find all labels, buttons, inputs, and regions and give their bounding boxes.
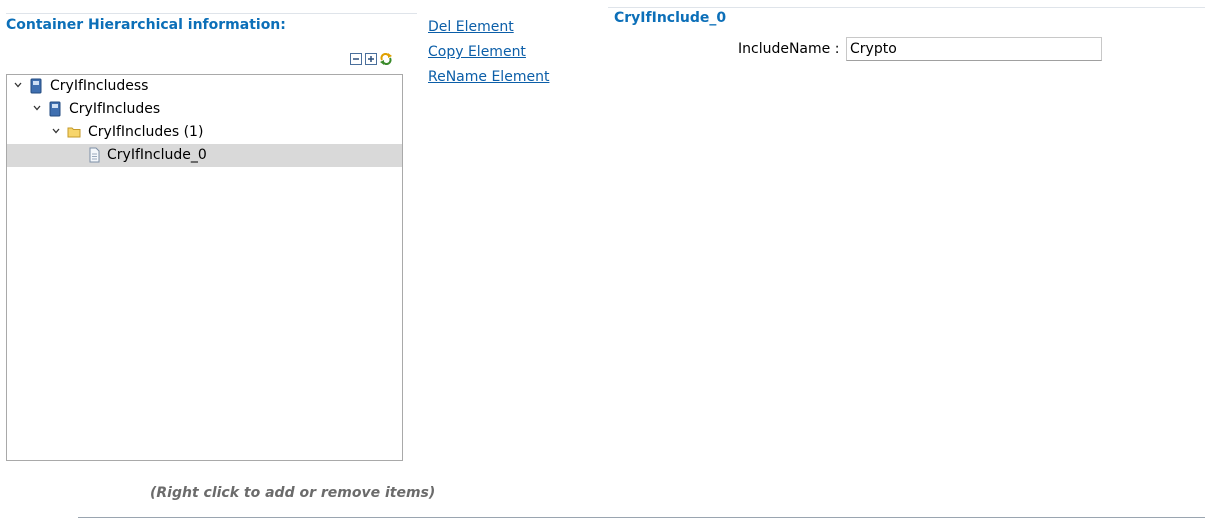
chevron-down-icon[interactable] (51, 126, 61, 136)
chevron-down-icon[interactable] (13, 80, 23, 90)
module-icon (49, 101, 61, 117)
rename-element-link[interactable]: ReName Element (428, 65, 549, 90)
del-element-link[interactable]: Del Element (428, 15, 549, 40)
tree-node-label: CryIfIncludes (69, 101, 161, 117)
include-name-label: IncludeName : (738, 41, 840, 57)
tree-node-label: CryIfIncludess (50, 78, 149, 94)
element-title: CryIfInclude_0 (614, 10, 727, 26)
bottom-divider (78, 517, 1205, 518)
expand-all-icon[interactable] (365, 53, 377, 65)
chevron-down-icon[interactable] (32, 103, 42, 113)
document-icon (89, 147, 100, 163)
refresh-icon[interactable] (380, 53, 392, 65)
module-icon (30, 78, 42, 94)
element-actions: Del Element Copy Element ReName Element (428, 15, 549, 90)
tree-node-cryifincludes[interactable]: CryIfIncludes (7, 98, 402, 121)
tree-node-cryifinclude-0[interactable]: CryIfInclude_0 (7, 144, 402, 167)
collapse-all-icon[interactable] (350, 53, 362, 65)
tree-node-label: CryIfIncludes (1) (88, 124, 204, 140)
tree-hint: (Right click to add or remove items) (150, 485, 436, 501)
left-title-divider (6, 13, 417, 14)
container-tree[interactable]: CryIfIncludess CryIfIncludes CryIfInclud… (6, 74, 403, 461)
tree-node-cryifincludess[interactable]: CryIfIncludess (7, 75, 402, 98)
copy-element-link[interactable]: Copy Element (428, 40, 549, 65)
container-hierarchy-title: Container Hierarchical information: (6, 17, 286, 33)
right-title-divider (608, 7, 1205, 8)
tree-node-label: CryIfInclude_0 (107, 147, 207, 163)
folder-icon (67, 127, 81, 138)
tree-toolbar (350, 53, 392, 65)
tree-node-cryifincludes-folder[interactable]: CryIfIncludes (1) (7, 121, 402, 144)
include-name-field[interactable] (846, 37, 1102, 61)
